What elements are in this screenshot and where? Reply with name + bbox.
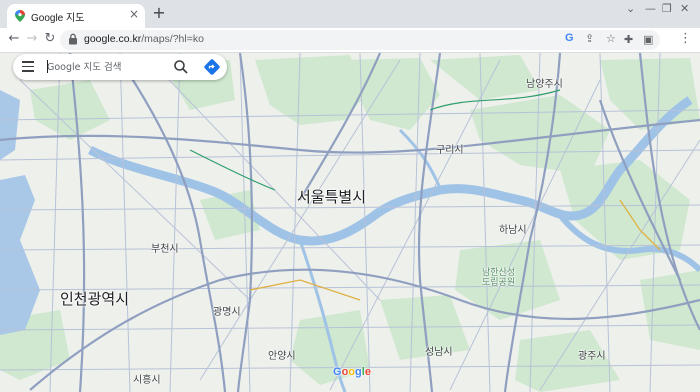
park-areas [0,55,700,392]
map-canvas[interactable]: 서울특별시 인천광역시 남양주시 구리시 하남시 부천시 광명시 안양시 성남시… [0,53,700,392]
label-hanam[interactable]: 하남시 [499,221,527,236]
side-panel-icon[interactable]: ▣ [643,33,653,46]
google-maps-favicon-icon [15,10,25,22]
google-logo: Google [333,366,371,378]
label-gwangmyeong[interactable]: 광명시 [213,303,241,318]
new-tab-button[interactable]: + [150,4,168,22]
label-anyang[interactable]: 안양시 [268,347,296,362]
label-gwangju[interactable]: 광주시 [578,347,606,362]
text-cursor [47,60,48,73]
url-host: google.co.kr [84,33,142,45]
reload-icon[interactable]: ↻ [42,31,58,46]
label-seongnam[interactable]: 성남시 [425,343,453,358]
directions-icon[interactable] [203,58,221,76]
address-bar[interactable]: google.co.kr/maps/?hl=ko G ⇪ ☆ [60,30,660,50]
tab-google-maps[interactable]: Google 지도 × [7,4,145,28]
tab-title: Google 지도 [31,13,85,24]
minimize-icon[interactable]: — [645,2,656,15]
back-icon[interactable]: ← [6,31,22,46]
label-namhansanseong[interactable]: 남한산성 도립공원 [482,268,515,288]
map-search-box [13,54,227,80]
map-search-input[interactable] [47,59,157,75]
tab-search-icon[interactable]: ⌄ [626,2,635,15]
bookmark-star-icon[interactable]: ☆ [606,32,616,45]
logo-letter: G [333,366,342,378]
label-namyangju[interactable]: 남양주시 [526,75,563,90]
stream [398,128,442,189]
logo-letter: e [364,366,371,378]
map-graphics [0,53,700,392]
hamburger-menu-icon[interactable] [22,61,34,73]
restore-icon[interactable]: ❐ [662,2,672,15]
search-icon[interactable] [173,59,189,75]
label-siheung[interactable]: 시흥시 [133,371,161,386]
extensions-icon[interactable]: ✚ [624,33,633,46]
url-text[interactable]: google.co.kr/maps/?hl=ko [84,33,204,45]
google-lens-icon[interactable]: G [565,32,574,44]
sea [0,175,40,335]
share-icon[interactable]: ⇪ [585,32,594,45]
sea-north [0,90,20,160]
label-bucheon[interactable]: 부천시 [151,240,179,255]
menu-dots-icon[interactable]: ⋮ [679,31,692,46]
label-guri[interactable]: 구리시 [436,141,464,156]
label-seoul[interactable]: 서울특별시 [297,186,366,207]
tab-close-icon[interactable]: × [129,7,139,21]
browser-toolbar: ← → ↻ google.co.kr/maps/?hl=ko G ⇪ ☆ ✚ ▣… [0,28,700,53]
forward-icon[interactable]: → [24,31,40,46]
tab-strip: Google 지도 × + ⌄ — ❐ ✕ [0,0,700,28]
close-window-icon[interactable]: ✕ [680,2,689,15]
logo-letter: g [355,366,362,378]
url-path: /maps/?hl=ko [141,33,204,45]
label-incheon[interactable]: 인천광역시 [60,288,129,309]
lock-icon[interactable] [68,33,78,45]
